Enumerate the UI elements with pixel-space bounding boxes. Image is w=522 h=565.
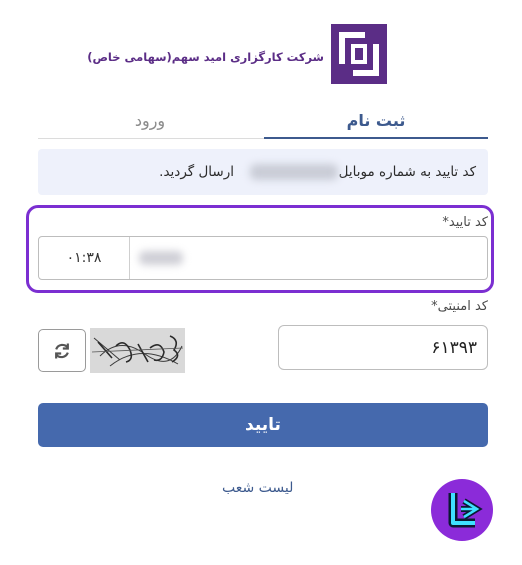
security-code-input[interactable] <box>278 325 488 370</box>
company-name: شرکت کارگزاری امید سهم(سهامی خاص) <box>87 50 324 64</box>
verification-code-label: کد تایید* <box>442 215 488 230</box>
alert-text-after: ارسال گردید. <box>159 164 234 180</box>
masked-phone-number <box>250 164 338 180</box>
brand-badge-icon <box>431 479 493 541</box>
alert-text-before: کد تایید به شماره موبایل <box>338 164 476 180</box>
auth-tabs: ورود ثبت نام <box>38 104 488 139</box>
countdown-timer: ۰۱:۳۸ <box>39 237 130 279</box>
refresh-captcha-button[interactable] <box>38 329 86 372</box>
captcha-image <box>90 328 185 373</box>
refresh-icon <box>55 343 69 359</box>
verification-code-group: ۰۱:۳۸ <box>38 236 488 280</box>
submit-button[interactable]: تایید <box>38 403 488 447</box>
verification-label-text: کد تایید <box>448 215 488 230</box>
branches-list-link[interactable]: لیست شعب <box>222 480 293 496</box>
company-logo-icon <box>331 24 387 84</box>
tab-login[interactable]: ورود <box>38 104 262 138</box>
masked-code-value <box>139 251 183 265</box>
verification-code-input[interactable] <box>131 237 487 279</box>
security-code-label: کد امنیتی* <box>431 299 488 314</box>
header: شرکت کارگزاری امید سهم(سهامی خاص) <box>0 0 522 100</box>
sms-sent-alert: کد تایید به شماره موبایل ارسال گردید. <box>38 149 488 195</box>
security-label-text: کد امنیتی <box>437 299 488 314</box>
tab-register[interactable]: ثبت نام <box>264 104 488 139</box>
